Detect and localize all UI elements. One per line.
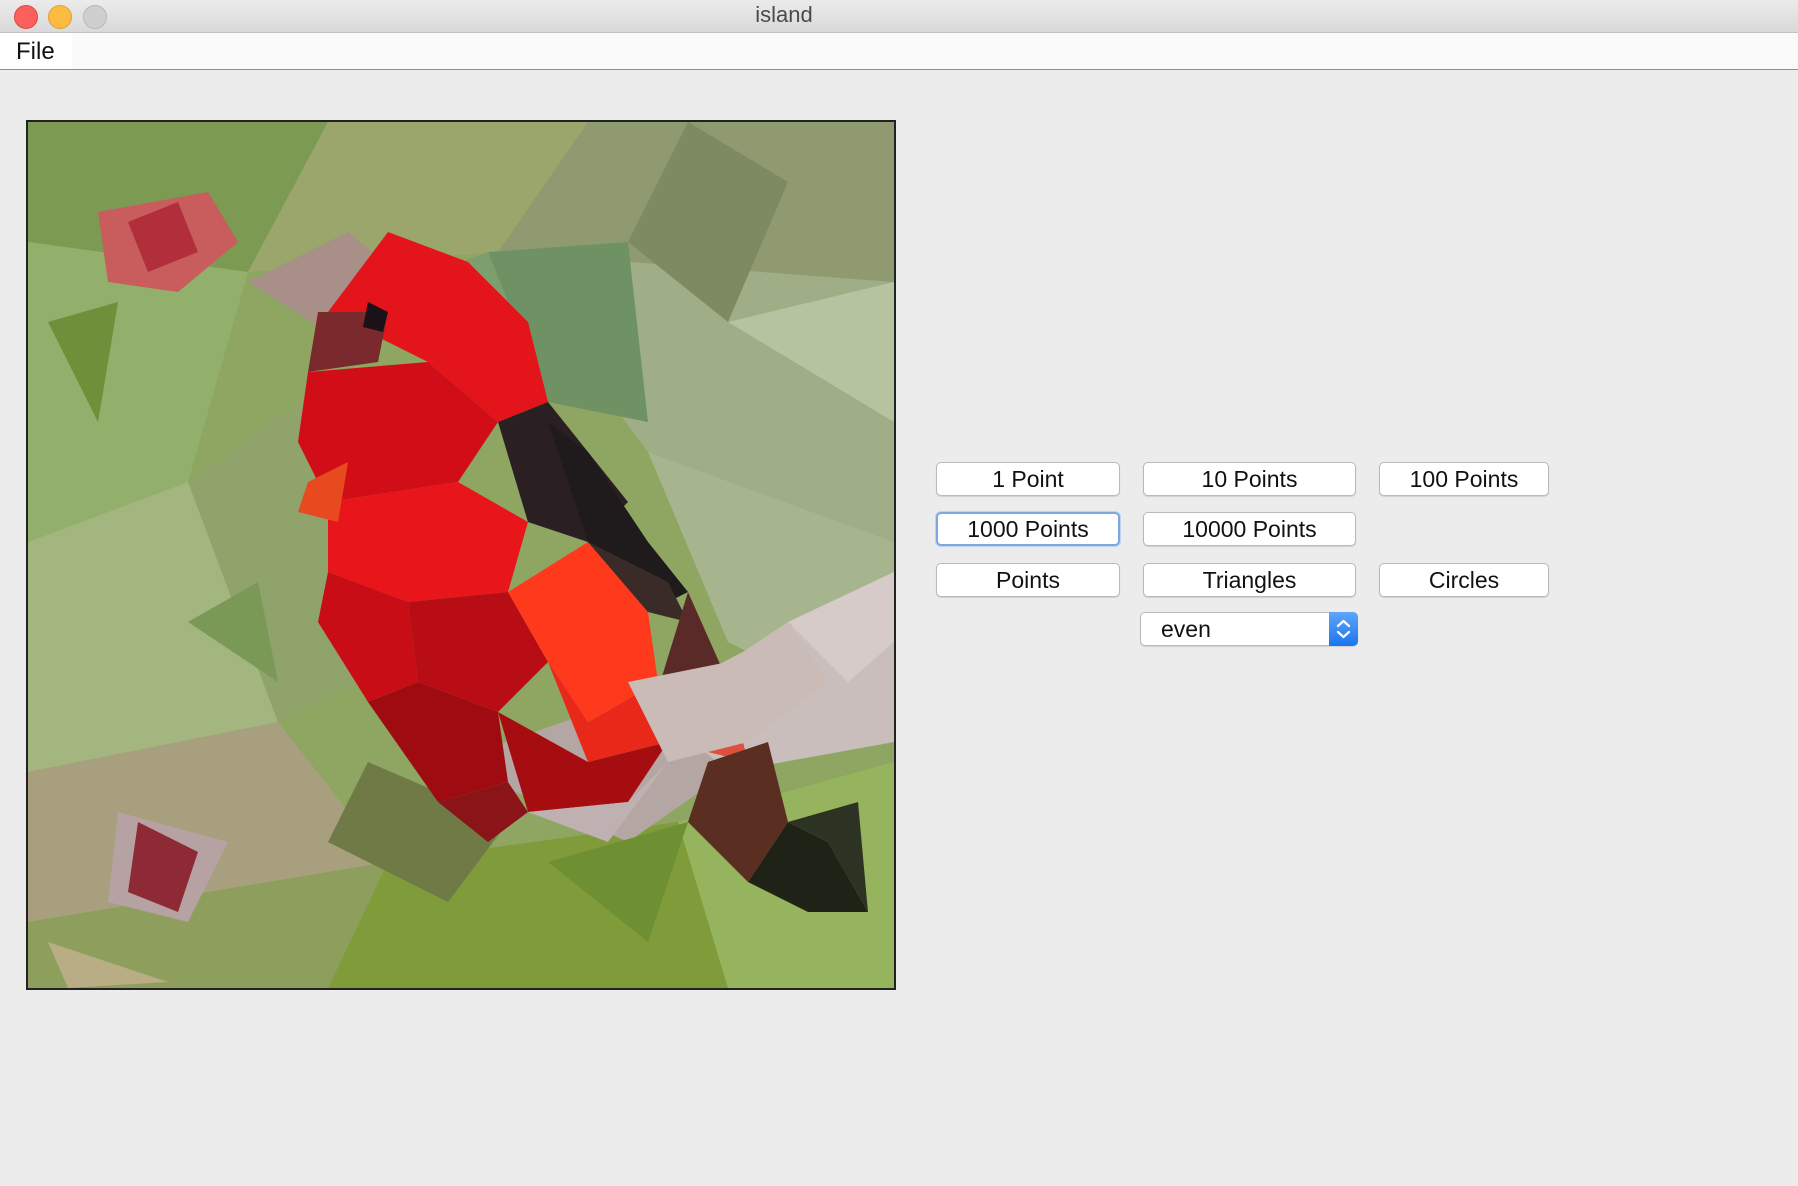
distribution-select[interactable]: even <box>1140 612 1358 646</box>
ten-thousand-points-button[interactable]: 10000 Points <box>1143 512 1356 546</box>
triangulated-image <box>28 122 894 988</box>
menu-file[interactable]: File <box>0 33 72 69</box>
menu-bar: File <box>0 33 1798 70</box>
distribution-select-value: even <box>1161 616 1211 642</box>
one-point-button[interactable]: 1 Point <box>936 462 1120 496</box>
circles-button[interactable]: Circles <box>1379 563 1549 597</box>
chevron-up-down-icon[interactable] <box>1329 612 1358 646</box>
hundred-points-button[interactable]: 100 Points <box>1379 462 1549 496</box>
window-title: island <box>755 2 813 27</box>
ten-points-button[interactable]: 10 Points <box>1143 462 1356 496</box>
points-button[interactable]: Points <box>936 563 1120 597</box>
image-canvas[interactable] <box>26 120 896 990</box>
triangles-button[interactable]: Triangles <box>1143 563 1356 597</box>
thousand-points-button[interactable]: 1000 Points <box>936 512 1120 546</box>
title-bar: island <box>0 0 1798 33</box>
